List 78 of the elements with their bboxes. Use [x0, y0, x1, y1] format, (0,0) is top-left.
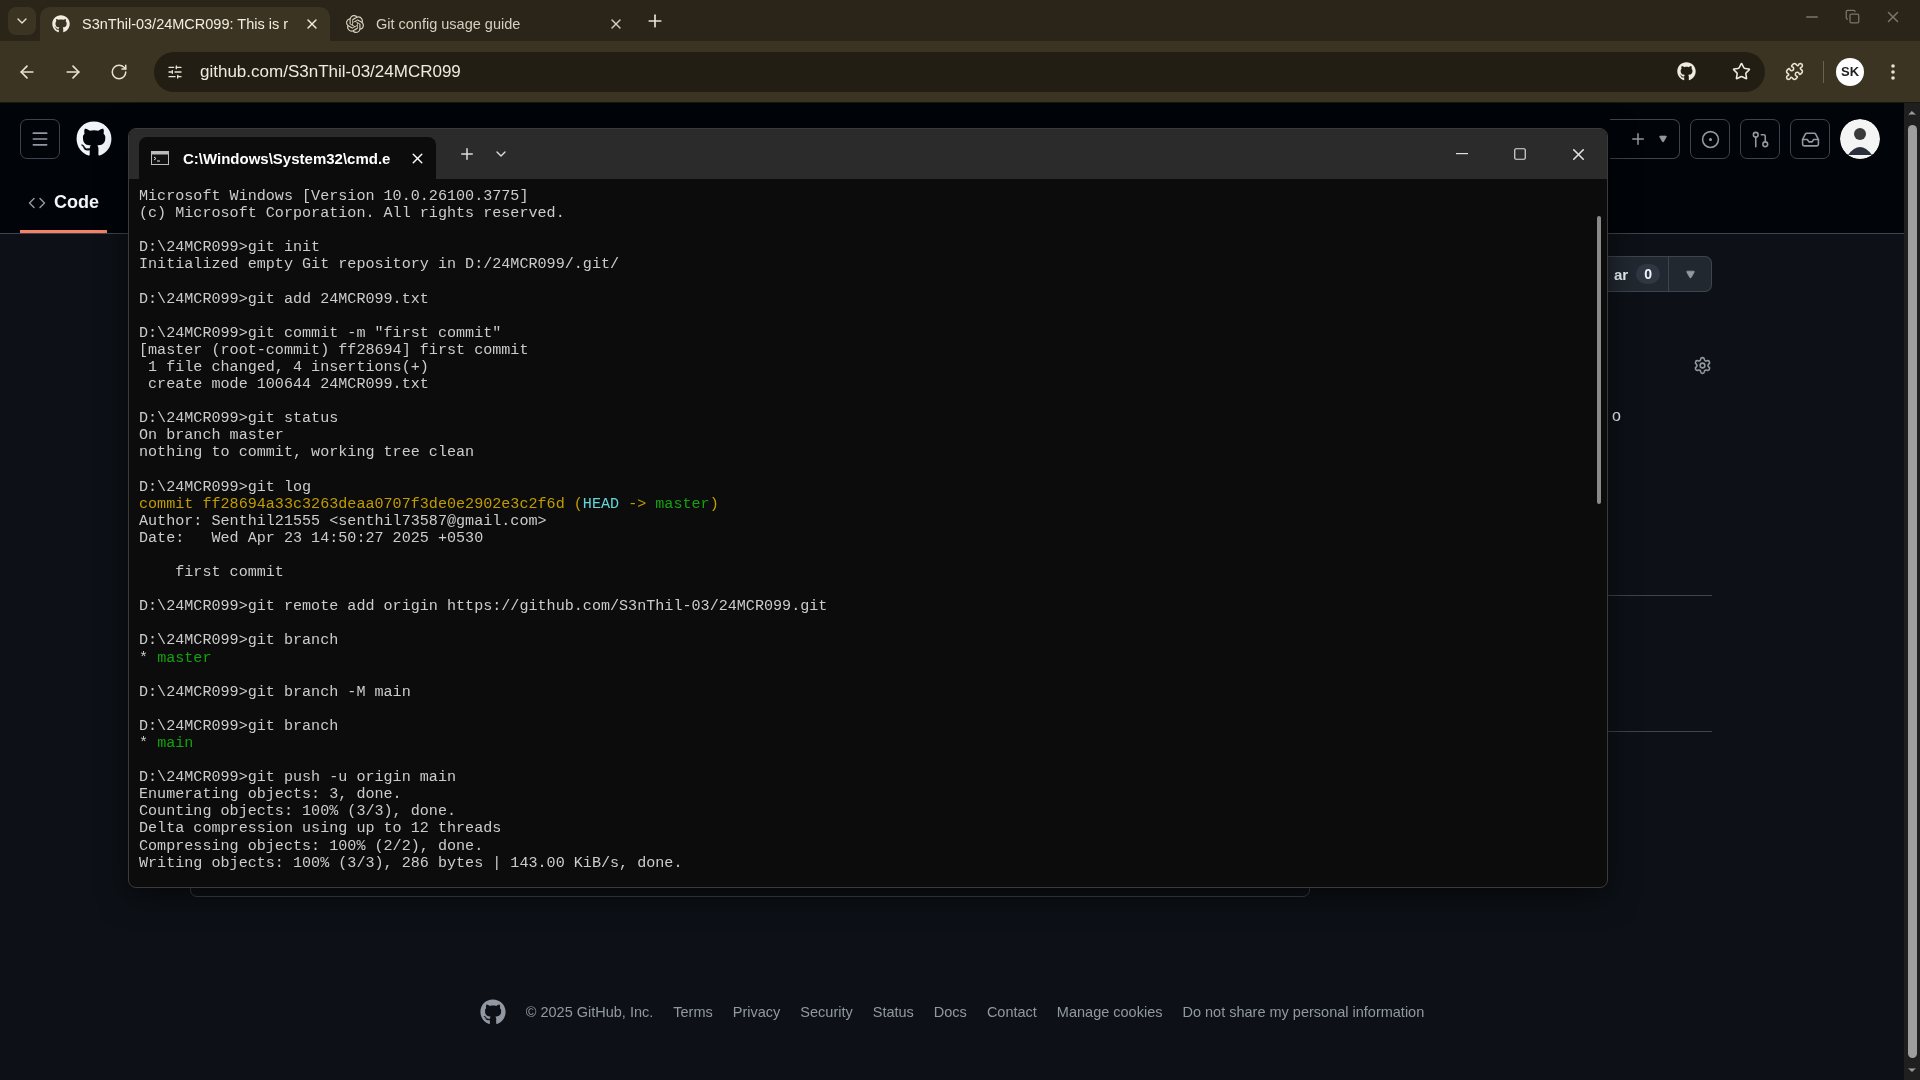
- pull-request-icon: [1750, 129, 1770, 149]
- github-logo-icon[interactable]: [479, 999, 506, 1025]
- puzzle-icon: [1784, 62, 1804, 81]
- terminal-line: nothing to commit, working tree clean: [139, 444, 476, 462]
- terminal-line: Initialized empty Git repository in D:/24MCR099/.git/: [139, 256, 621, 274]
- terminal-line: D:\24MCR099>git branch -M main: [139, 683, 412, 701]
- plus-icon: [1629, 130, 1647, 148]
- inbox-button[interactable]: [1790, 119, 1830, 159]
- terminal-line: D:\24MCR099>git commit -m "first commit": [139, 324, 503, 342]
- circle-dot-icon: [1700, 129, 1720, 149]
- plus-icon: [458, 145, 476, 163]
- about-text: o: [1612, 407, 1621, 425]
- terminal-line: commit ff28694a33c3263deaa0707f3de0e2902e3c2f6d (HEAD -> master): [139, 495, 720, 513]
- terminal-tab[interactable]: C:\Windows\System32\cmd.e: [139, 137, 436, 179]
- user-avatar[interactable]: [1840, 119, 1880, 159]
- sliders-icon: [167, 63, 183, 80]
- terminal-line: Author: Senthil21555 <senthil73587@gmail.com>: [139, 512, 548, 530]
- address-field[interactable]: github.com/S3nThil-03/24MCR099: [154, 51, 1765, 92]
- terminal-line: Enumerating objects: 3, done.: [139, 786, 403, 804]
- terminal-line: create mode 100644 24MCR099.txt: [147, 376, 430, 394]
- browser-tab[interactable]: Git config usage guide: [334, 7, 634, 41]
- scrollbar[interactable]: [1904, 103, 1920, 1080]
- swirl-icon: [346, 15, 364, 33]
- caret-icon: [1685, 269, 1695, 279]
- tab-search-button[interactable]: [8, 6, 36, 35]
- terminal-line: * master: [139, 649, 213, 667]
- terminal-line: Counting objects: 100% (3/3), done.: [139, 803, 458, 821]
- footer-link[interactable]: Do not share my personal information: [1182, 1004, 1425, 1020]
- footer-link[interactable]: Status: [872, 1004, 914, 1020]
- terminal-line: first commit: [174, 564, 285, 582]
- terminal-line: D:\24MCR099>git add 24MCR099.txt: [139, 290, 430, 308]
- terminal-line: Writing objects: 100% (3/3), 286 bytes | 143.00 KiB/s, done.: [139, 854, 684, 872]
- footer-link[interactable]: Manage cookies: [1056, 1004, 1163, 1020]
- pull-requests-button[interactable]: [1740, 119, 1780, 159]
- maximize-icon: [1513, 147, 1527, 161]
- terminal-line: D:\24MCR099>git log: [139, 478, 313, 496]
- terminal-line: 1 file changed, 4 insertions(+): [147, 358, 430, 377]
- terminal-line: D:\24MCR099>git init: [139, 239, 322, 257]
- terminal-line: Delta compression using up to 12 threads: [139, 820, 503, 838]
- terminal-line: [master (root-commit) ff28694] first commit: [139, 341, 530, 359]
- terminal-line: D:\24MCR099>git push -u origin main: [139, 769, 458, 787]
- create-button[interactable]: [1610, 119, 1680, 159]
- github-logo-icon: [52, 15, 70, 33]
- browser-tab[interactable]: S3nThil-03/24MCR099: This is r: [40, 7, 330, 41]
- minimize-icon: [1456, 153, 1468, 155]
- caret-icon: [1659, 135, 1667, 143]
- bookmark-star-icon[interactable]: [1732, 62, 1751, 81]
- issues-button[interactable]: [1690, 119, 1730, 159]
- terminal-line: Date: Wed Apr 23 14:50:27 2025 +0530: [139, 529, 485, 547]
- console-icon: [151, 151, 169, 165]
- terminal-line: D:\24MCR099>git remote add origin https://github.com/S3nThil-03/24MCR099.git: [139, 598, 829, 616]
- reload-icon: [110, 62, 128, 81]
- terminal-line: Microsoft Windows [Version 10.0.26100.3775]: [139, 188, 530, 206]
- settings-icon[interactable]: [1693, 355, 1712, 375]
- footer-link[interactable]: Docs: [933, 1004, 967, 1020]
- restore-icon[interactable]: [1845, 9, 1860, 24]
- kebab-icon: [1891, 63, 1895, 80]
- menu-icon: [30, 129, 50, 149]
- footer-link[interactable]: Terms: [673, 1004, 713, 1020]
- profile-avatar[interactable]: SK: [1836, 57, 1864, 86]
- star-count: 0: [1636, 264, 1660, 284]
- github-logo-icon[interactable]: [1677, 62, 1696, 81]
- footer-link[interactable]: Contact: [986, 1004, 1037, 1020]
- inbox-icon: [1800, 129, 1820, 149]
- terminal-line: D:\24MCR099>git status: [139, 410, 340, 428]
- terminal-line: (c) Microsoft Corporation. All rights reserved.: [139, 205, 566, 223]
- copyright-text: © 2025 GitHub, Inc.: [525, 1004, 654, 1020]
- terminal-line: On branch master: [139, 427, 285, 445]
- terminal-line: D:\24MCR099>git branch: [139, 717, 340, 735]
- terminal-line: D:\24MCR099>git branch: [139, 632, 340, 650]
- github-logo-icon[interactable]: [76, 121, 112, 157]
- footer-link[interactable]: Security: [800, 1004, 853, 1020]
- repo-tab[interactable]: Code: [20, 183, 107, 233]
- scrollbar[interactable]: [1597, 216, 1601, 504]
- terminal-line: * main: [139, 735, 195, 753]
- footer-link[interactable]: Privacy: [732, 1004, 781, 1020]
- terminal-line: Compressing objects: 100% (2/2), done.: [139, 837, 485, 855]
- menu-button[interactable]: [20, 119, 60, 159]
